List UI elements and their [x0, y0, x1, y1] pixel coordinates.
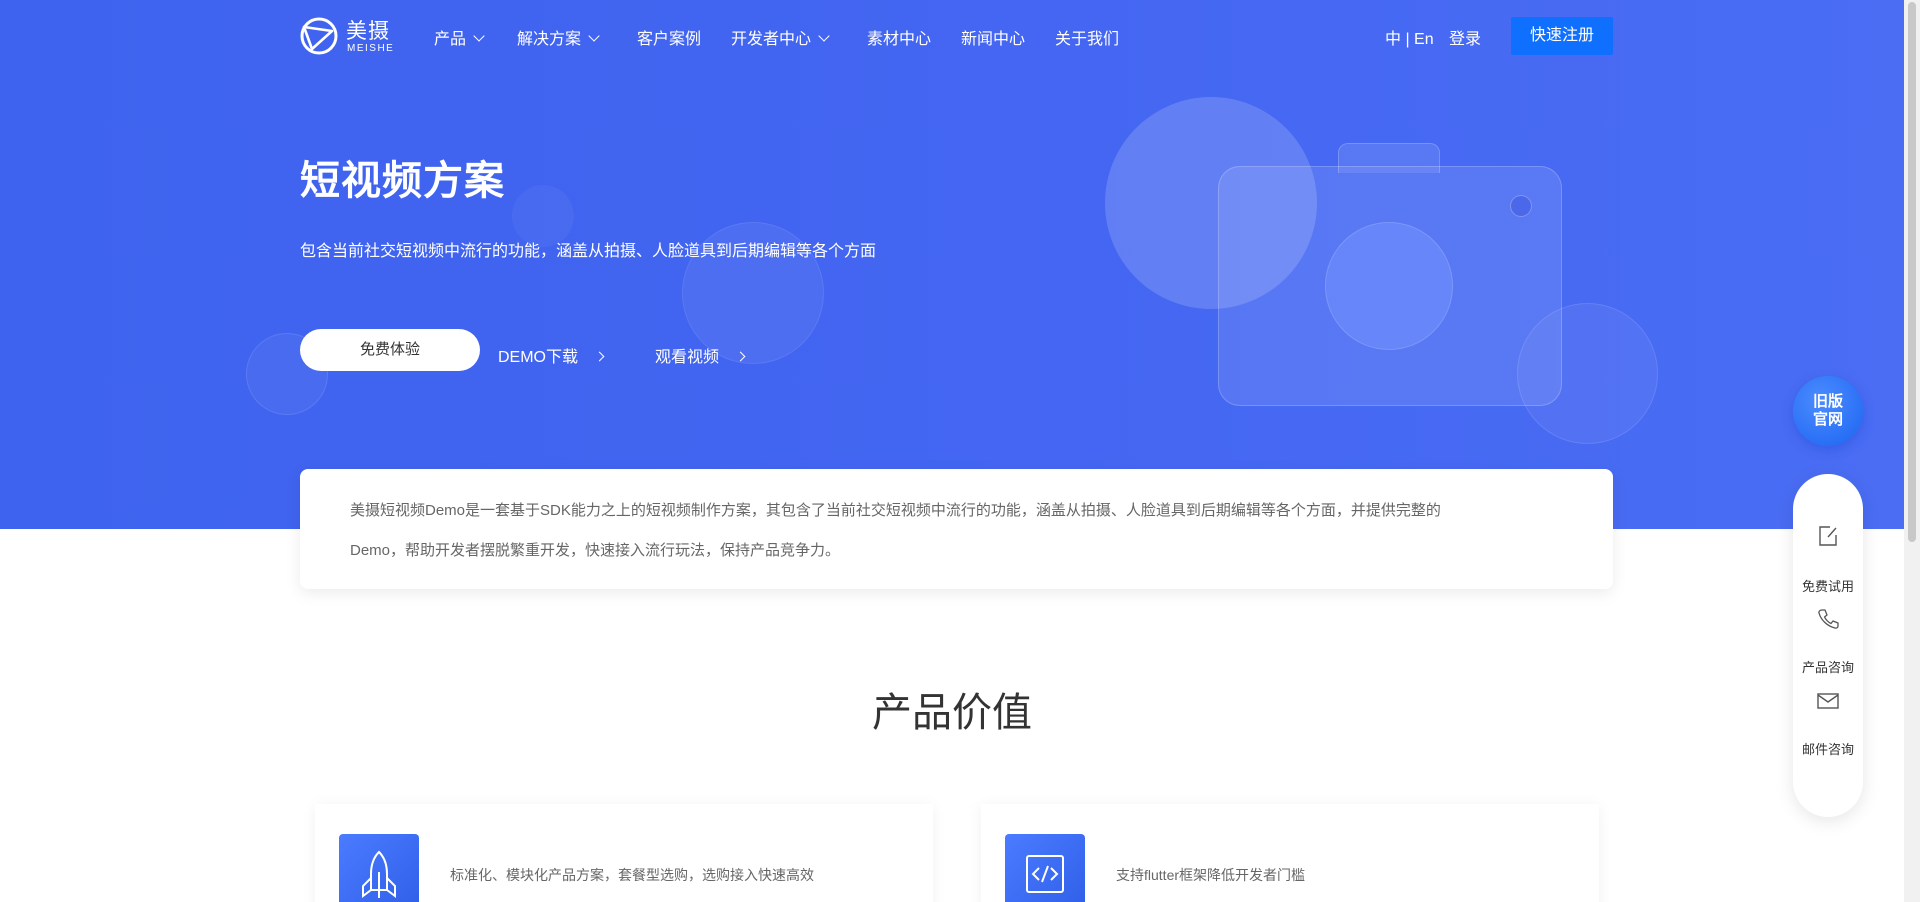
rocket-icon-svg — [362, 850, 396, 898]
value-card: 支持flutter框架降低开发者门槛 — [981, 804, 1599, 902]
chevron-down-icon — [818, 30, 830, 42]
nav-item-about[interactable]: 关于我们 — [1055, 25, 1119, 49]
nav-item-label: 新闻中心 — [961, 31, 1026, 48]
rocket-icon — [339, 834, 419, 902]
demo-download-link[interactable]: DEMO下载 — [498, 343, 605, 367]
hero-banner: 短视频方案 包含当前社交短视频中流行的功能，涵盖从拍摄、人脸道具到后期编辑等各个… — [0, 0, 1904, 529]
nav-item-label: 产品 — [434, 31, 467, 48]
language-switch[interactable]: 中 | En — [1385, 25, 1434, 49]
nav-item-label: 素材中心 — [867, 31, 932, 48]
contact-sidebar: 免费试用 产品咨询 邮件咨询 — [1793, 474, 1863, 817]
side-item-label: 邮件咨询 — [1801, 742, 1854, 757]
camera-illustration — [1218, 143, 1562, 406]
scrollbar-thumb[interactable] — [1908, 2, 1916, 542]
product-consult-side-item[interactable]: 产品咨询 — [1793, 607, 1863, 677]
phone-icon — [1818, 609, 1839, 629]
nav-item-label: 开发者中心 — [731, 31, 812, 48]
page-title: 短视频方案 — [300, 159, 505, 203]
chevron-right-icon — [735, 351, 746, 362]
intro-text-line: Demo，帮助开发者摆脱繁重开发，快速接入流行玩法，保持产品竞争力。 — [350, 542, 841, 559]
value-card-text: 支持flutter框架降低开发者门槛 — [1116, 867, 1306, 883]
watch-video-link[interactable]: 观看视频 — [655, 343, 746, 367]
free-trial-button[interactable]: 免费体验 — [300, 329, 480, 371]
nav-item-label: 客户案例 — [637, 31, 702, 48]
side-item-label: 产品咨询 — [1801, 660, 1854, 675]
nav-item-developer[interactable]: 开发者中心 — [731, 25, 830, 49]
chevron-right-icon — [594, 351, 605, 362]
logo[interactable]: 美摄 MEISHE — [298, 13, 393, 59]
nav-item-solutions[interactable]: 解决方案 — [517, 25, 600, 49]
old-site-button[interactable]: 旧版 官网 — [1793, 376, 1863, 446]
old-site-label: 官网 — [1812, 411, 1843, 428]
nav-item-news[interactable]: 新闻中心 — [961, 25, 1025, 49]
nav-item-label: 解决方案 — [517, 31, 582, 48]
logo-subtitle: MEISHE — [347, 43, 395, 54]
intro-text-line: 美摄短视频Demo是一套基于SDK能力之上的短视频制作方案，其包含了当前社交短视… — [350, 502, 1441, 519]
register-button[interactable]: 快速注册 — [1511, 17, 1613, 55]
top-nav: 美摄 MEISHE 产品 解决方案 客户案例 开发者中心 素材中心 新闻中心 关… — [0, 0, 1904, 70]
login-link[interactable]: 登录 — [1449, 25, 1481, 49]
value-card-text: 标准化、模块化产品方案，套餐型选购，选购接入快速高效 — [450, 867, 814, 883]
logo-name: 美摄 — [346, 20, 390, 43]
nav-item-materials[interactable]: 素材中心 — [867, 25, 931, 49]
chevron-down-icon — [473, 30, 485, 42]
section-title: 产品价值 — [872, 691, 1032, 735]
value-card: 标准化、模块化产品方案，套餐型选购，选购接入快速高效 — [315, 804, 933, 902]
meishe-logo-icon — [300, 17, 338, 55]
nav-item-label: 关于我们 — [1055, 31, 1120, 48]
code-icon — [1005, 834, 1085, 902]
old-site-label: 旧版 — [1812, 393, 1843, 410]
camera-lens — [1325, 222, 1453, 350]
mail-consult-side-item[interactable]: 邮件咨询 — [1793, 689, 1863, 759]
code-icon-svg — [1026, 855, 1064, 893]
nav-item-cases[interactable]: 客户案例 — [637, 25, 701, 49]
chevron-down-icon — [588, 30, 600, 42]
demo-download-label: DEMO下载 — [498, 349, 579, 366]
edit-icon — [1819, 526, 1837, 546]
scrollbar[interactable] — [1904, 0, 1920, 902]
side-item-label: 免费试用 — [1801, 579, 1854, 594]
hero-subtitle: 包含当前社交短视频中流行的功能，涵盖从拍摄、人脸道具到后期编辑等各个方面 — [300, 243, 877, 260]
watch-video-label: 观看视频 — [655, 349, 720, 366]
free-trial-side-item[interactable]: 免费试用 — [1793, 524, 1863, 594]
camera-flash — [1510, 195, 1532, 217]
mail-icon — [1817, 693, 1839, 709]
nav-item-products[interactable]: 产品 — [434, 25, 485, 49]
intro-card: 美摄短视频Demo是一套基于SDK能力之上的短视频制作方案，其包含了当前社交短视… — [300, 469, 1613, 589]
